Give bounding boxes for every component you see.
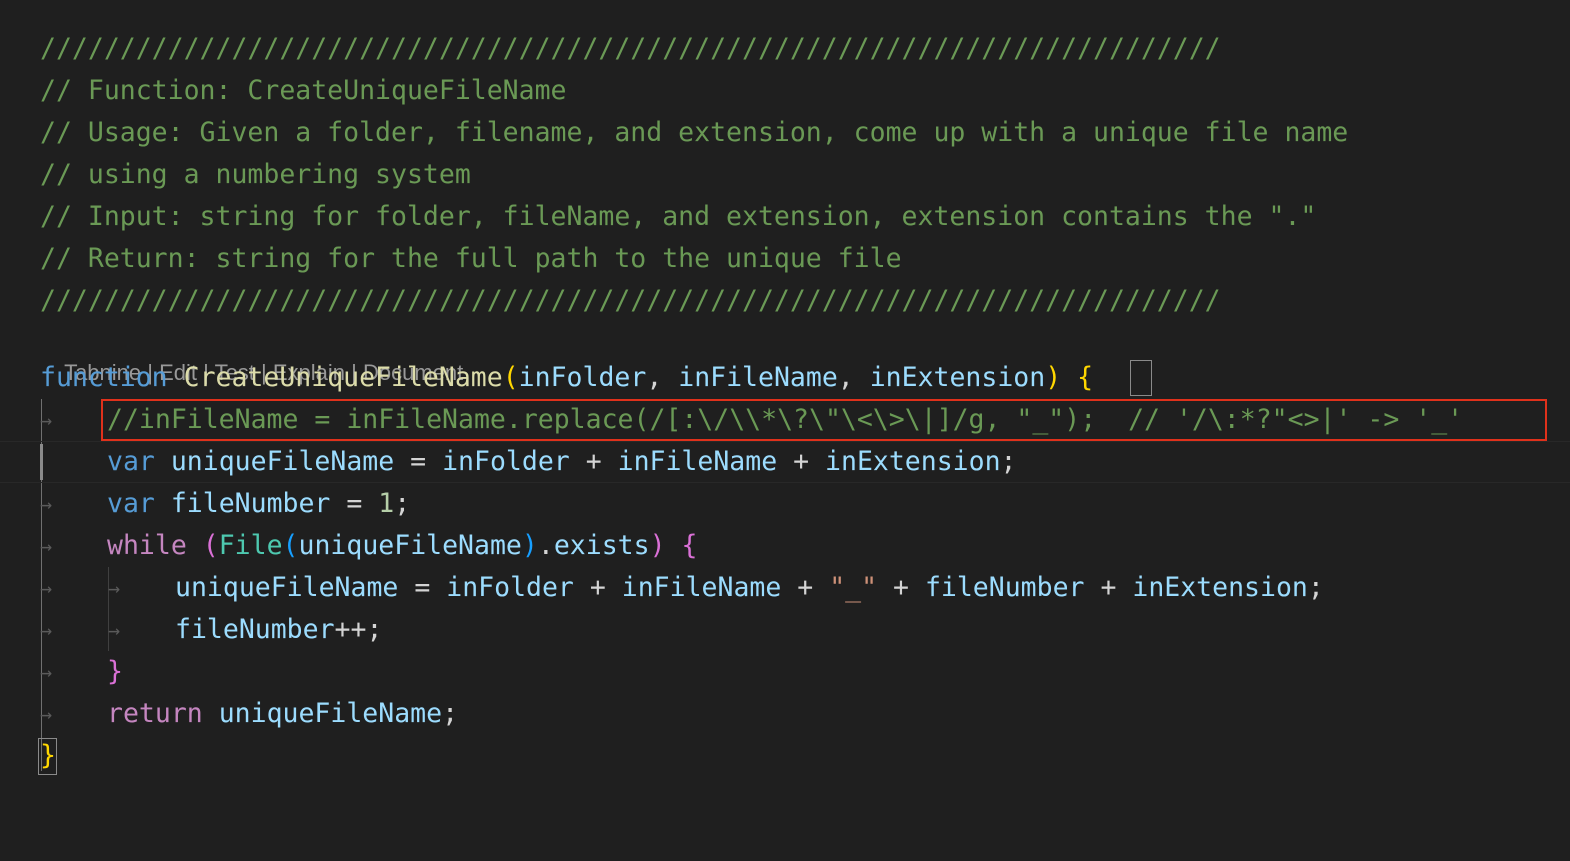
in-folder-ref: inFolder xyxy=(446,572,574,603)
function-keyword: function xyxy=(40,362,168,393)
bracket-match-close xyxy=(38,738,57,775)
file-class: File xyxy=(218,530,283,561)
code-line-while[interactable]: → while (File(uniqueFileName).exists) { xyxy=(0,525,1570,567)
loop-assignment: uniqueFileName = inFolder + inFileName +… xyxy=(175,572,1324,603)
param-in-file-name: inFileName xyxy=(678,362,838,393)
code-line-return[interactable]: → return uniqueFileName; xyxy=(0,693,1570,735)
param-in-extension: inExtension xyxy=(869,362,1046,393)
while-close-brace: } xyxy=(107,656,123,687)
var-keyword: var xyxy=(107,446,155,477)
code-editor[interactable]: ////////////////////////////////////////… xyxy=(0,0,1570,800)
file-number-declaration: var fileNumber = 1; xyxy=(107,488,411,519)
code-line-close-while[interactable]: → } xyxy=(0,651,1570,693)
unique-file-name-var: uniqueFileName xyxy=(170,446,395,477)
comment-return: // Return: string for the full path to t… xyxy=(40,243,902,274)
code-line[interactable]: // Return: string for the full path to t… xyxy=(0,238,1570,280)
tab-arrow-icon: → xyxy=(40,702,53,726)
comment-banner-bottom: ////////////////////////////////////////… xyxy=(40,285,1221,316)
while-keyword: while xyxy=(107,530,187,561)
code-line[interactable]: // Input: string for folder, fileName, a… xyxy=(0,196,1570,238)
code-line[interactable]: // Usage: Given a folder, filename, and … xyxy=(0,112,1570,154)
comment-usage-cont: // using a numbering system xyxy=(40,159,471,190)
return-statement: return uniqueFileName; xyxy=(107,698,459,729)
unique-file-name-ref: uniqueFileName xyxy=(218,698,443,729)
code-line[interactable]: // Function: CreateUniqueFileName xyxy=(0,70,1570,112)
comment-banner-top: ////////////////////////////////////////… xyxy=(40,33,1221,64)
tab-arrow-icon: → xyxy=(40,576,53,600)
tab-arrow-icon: → xyxy=(40,534,53,558)
code-line[interactable]: // using a numbering system xyxy=(0,154,1570,196)
comment-function: // Function: CreateUniqueFileName xyxy=(40,75,567,106)
number-literal: 1 xyxy=(378,488,395,519)
var-keyword: var xyxy=(107,488,155,519)
in-folder-ref: inFolder xyxy=(442,446,570,477)
file-number-ref: fileNumber xyxy=(175,614,335,645)
in-file-name-ref: inFileName xyxy=(621,572,782,603)
unique-file-name-ref: uniqueFileName xyxy=(175,572,399,603)
tab-arrow-icon: → xyxy=(108,576,121,600)
exists-property: exists xyxy=(553,530,650,561)
tab-arrow-icon: → xyxy=(108,618,121,642)
file-number-ref: fileNumber xyxy=(924,572,1085,603)
code-line-file-number[interactable]: → var fileNumber = 1; xyxy=(0,483,1570,525)
codelens-bar: Tabnine | Edit | Test | Explain | Docume… xyxy=(40,325,463,385)
param-in-folder: inFolder xyxy=(518,362,647,393)
return-keyword: return xyxy=(107,698,203,729)
in-extension-ref: inExtension xyxy=(825,446,1001,477)
tab-arrow-icon: → xyxy=(40,618,53,642)
code-line[interactable]: ////////////////////////////////////////… xyxy=(0,28,1570,70)
increment-statement: fileNumber++; xyxy=(175,614,383,645)
file-number-var: fileNumber xyxy=(170,488,331,519)
tab-arrow-icon: → xyxy=(40,492,53,516)
tab-arrow-icon: → xyxy=(40,660,53,684)
in-extension-ref: inExtension xyxy=(1132,572,1308,603)
highlight-annotation-box xyxy=(101,399,1547,441)
code-line-close-function[interactable]: } xyxy=(0,735,1570,777)
function-name: CreateUniqueFileName xyxy=(183,362,503,393)
bracket-match-open xyxy=(1130,360,1152,396)
code-line[interactable]: ////////////////////////////////////////… xyxy=(0,280,1570,322)
code-line-loop-assign[interactable]: → → uniqueFileName = inFolder + inFileNa… xyxy=(0,567,1570,609)
function-signature: function CreateUniqueFileName(inFolder, … xyxy=(40,362,1094,393)
comment-input: // Input: string for folder, fileName, a… xyxy=(40,201,1317,232)
code-line-function-signature[interactable]: function CreateUniqueFileName(inFolder, … xyxy=(0,357,1570,399)
tab-arrow-icon: → xyxy=(40,408,53,432)
code-line-increment[interactable]: → → fileNumber++; xyxy=(0,609,1570,651)
underscore-string: "_" xyxy=(829,572,878,603)
unique-file-name-declaration: var uniqueFileName = inFolder + inFileNa… xyxy=(107,446,1017,477)
code-line-unique-file-name[interactable]: var uniqueFileName = inFolder + inFileNa… xyxy=(0,441,1570,483)
unique-file-name-ref: uniqueFileName xyxy=(298,530,522,561)
increment-operator: ++ xyxy=(334,614,367,645)
while-statement: while (File(uniqueFileName).exists) { xyxy=(107,530,698,561)
in-file-name-ref: inFileName xyxy=(617,446,778,477)
comment-usage: // Usage: Given a folder, filename, and … xyxy=(40,117,1349,148)
